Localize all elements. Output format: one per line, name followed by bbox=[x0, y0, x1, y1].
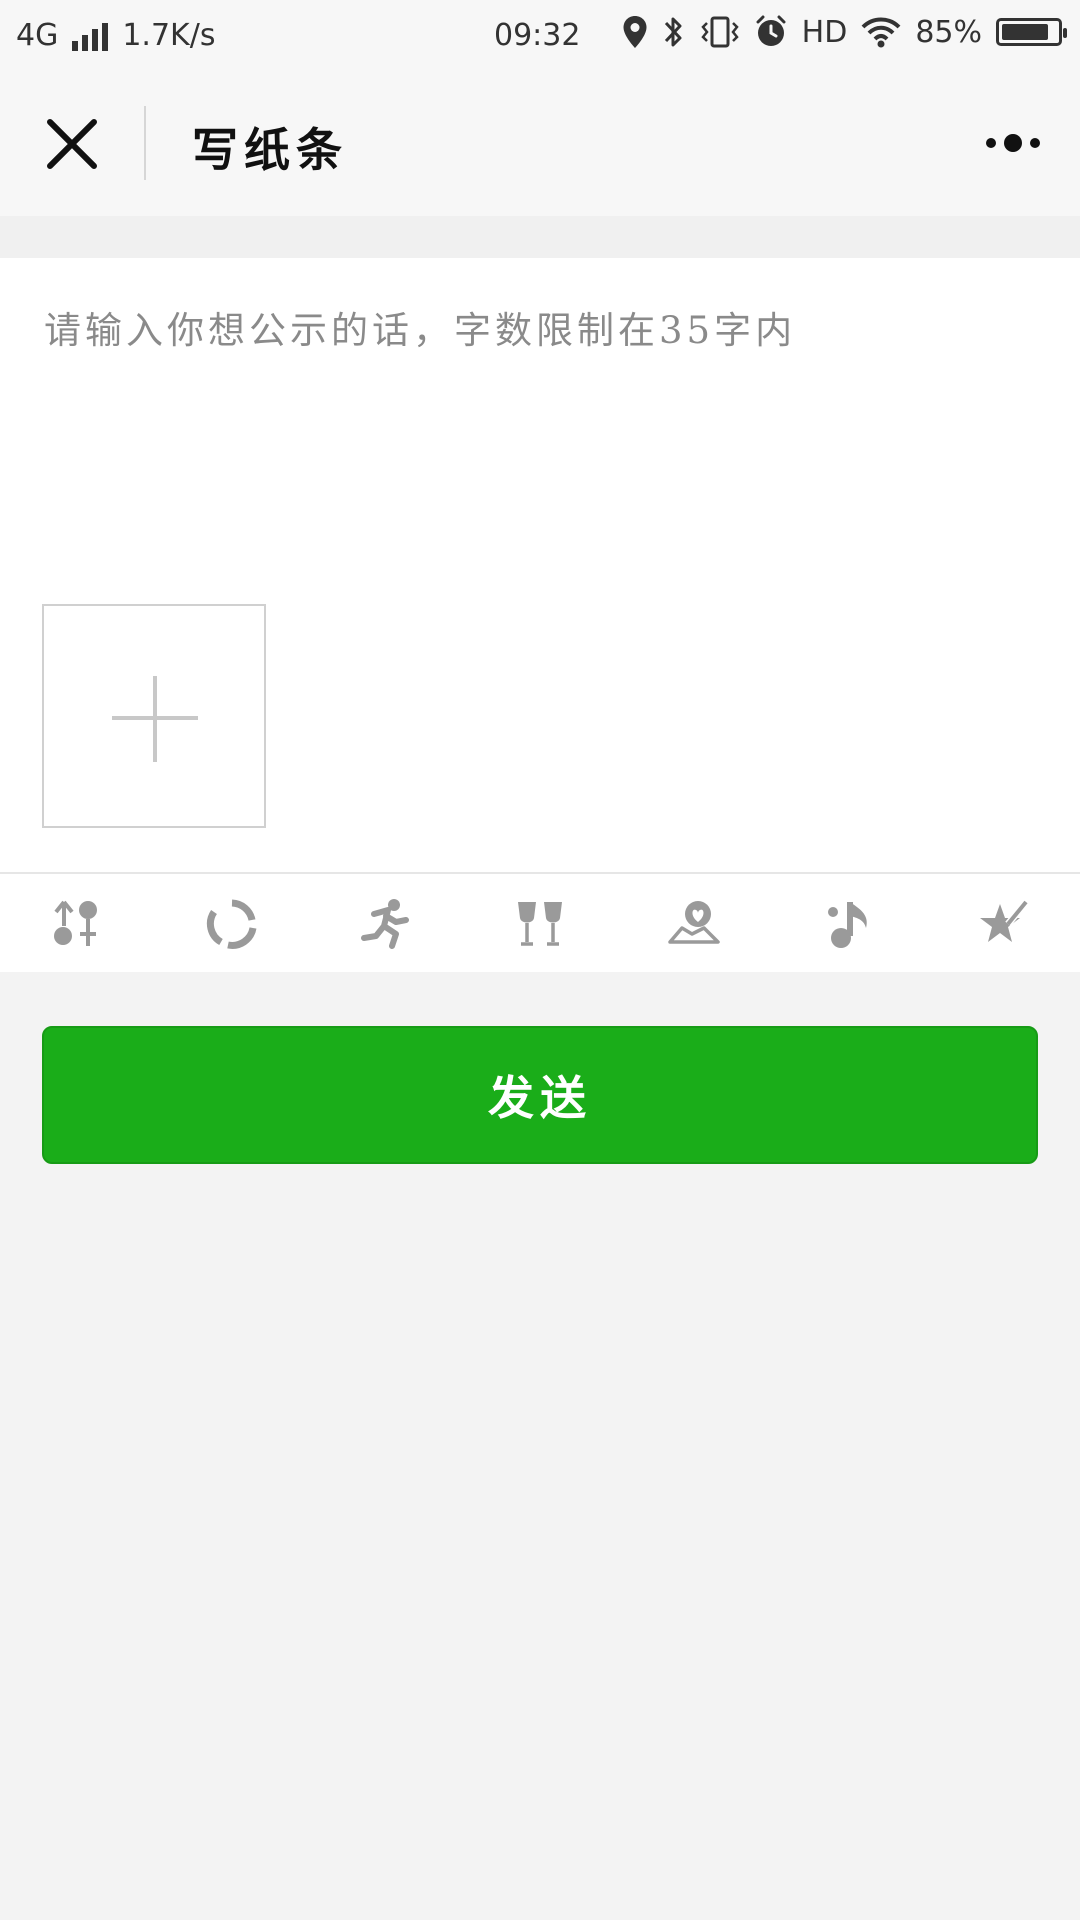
battery-icon bbox=[996, 18, 1067, 46]
clock: 09:32 bbox=[494, 18, 581, 53]
refresh-icon bbox=[206, 899, 257, 949]
music-note-icon bbox=[828, 902, 867, 948]
more-icon bbox=[986, 138, 996, 148]
gender-icon bbox=[54, 900, 97, 946]
close-icon bbox=[47, 119, 97, 169]
hd-indicator: HD bbox=[801, 14, 848, 50]
add-image-button[interactable] bbox=[42, 604, 266, 828]
toolbar-item-gender[interactable] bbox=[46, 894, 106, 954]
toolbar-item-places[interactable] bbox=[664, 894, 724, 954]
battery-fill bbox=[1002, 24, 1048, 40]
toolbar-item-sports[interactable] bbox=[356, 894, 416, 954]
location-icon bbox=[623, 16, 647, 48]
toolbar-item-drinks[interactable] bbox=[510, 894, 570, 954]
signal-icon bbox=[72, 21, 109, 51]
note-input[interactable] bbox=[42, 298, 1036, 522]
note-editor bbox=[0, 258, 1080, 872]
vibrate-icon bbox=[700, 16, 739, 48]
running-icon bbox=[361, 899, 409, 949]
map-heart-icon bbox=[668, 901, 720, 944]
category-toolbar bbox=[0, 872, 1080, 972]
wifi-icon bbox=[861, 17, 901, 48]
network-type: 4G bbox=[16, 18, 59, 53]
page-title: 写纸条 bbox=[192, 123, 348, 177]
wine-glasses-icon bbox=[518, 902, 562, 946]
toolbar-item-refresh[interactable] bbox=[202, 894, 262, 954]
status-right: HD 85% bbox=[622, 14, 1067, 50]
nav-divider bbox=[144, 106, 146, 180]
more-button[interactable] bbox=[986, 134, 1040, 152]
close-button[interactable] bbox=[44, 116, 100, 172]
bluetooth-icon bbox=[664, 17, 682, 47]
star-pencil-icon bbox=[980, 899, 1029, 942]
status-left: 4G 1.7K/s bbox=[16, 18, 215, 53]
toolbar-item-music[interactable] bbox=[820, 894, 880, 954]
network-speed: 1.7K/s bbox=[122, 18, 216, 53]
alarm-icon bbox=[756, 15, 786, 46]
nav-bar: 写纸条 bbox=[0, 72, 1080, 216]
section-gap bbox=[0, 216, 1080, 258]
toolbar-item-notes[interactable] bbox=[974, 894, 1034, 954]
status-bar: 4G 1.7K/s 09:32 HD 85% bbox=[0, 0, 1080, 72]
battery-percent: 85% bbox=[915, 14, 982, 50]
send-button[interactable]: 发送 bbox=[42, 1026, 1038, 1164]
